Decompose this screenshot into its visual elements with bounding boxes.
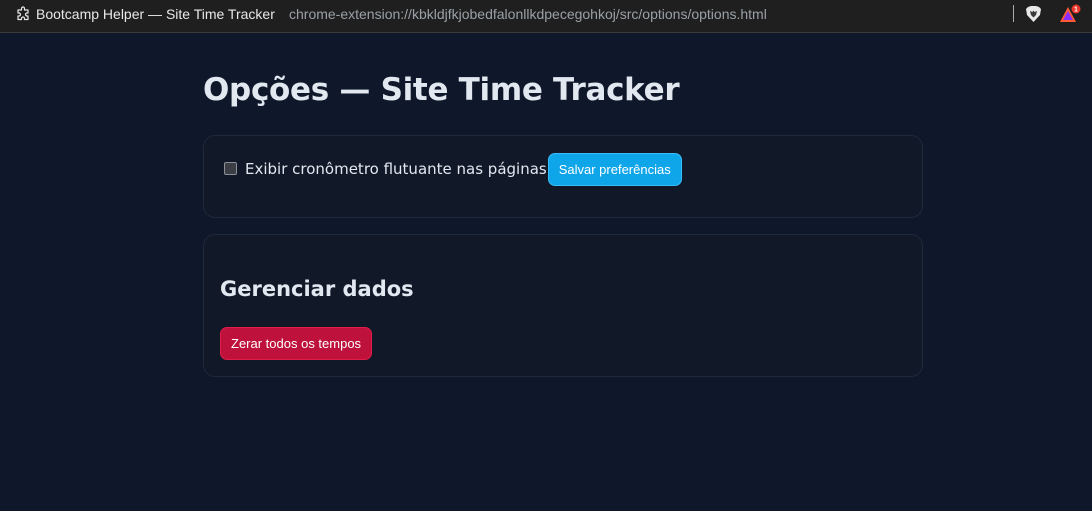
floating-timer-checkbox[interactable] [224,161,237,175]
browser-address-bar: Bootcamp Helper — Site Time Tracker chro… [0,0,1092,33]
floating-timer-row: Exibir cronômetro flutuante nas páginas … [224,152,682,186]
url-text[interactable]: chrome-extension://kbkldjfkjobedfalonllk… [289,6,767,22]
section-title: Gerenciar dados [220,277,414,301]
page-title: Opções — Site Time Tracker [203,72,680,108]
data-management-card: Gerenciar dados Zerar todos os tempos [203,234,923,377]
rewards-badge: 1 [1074,6,1078,13]
tab-title[interactable]: Bootcamp Helper — Site Time Tracker [36,6,275,22]
brave-shields-icon[interactable] [1025,5,1042,23]
toolbar-divider [1013,5,1014,22]
floating-timer-label[interactable]: Exibir cronômetro flutuante nas páginas [245,160,547,178]
preferences-card: Exibir cronômetro flutuante nas páginas … [203,135,923,218]
extension-puzzle-icon [17,6,29,21]
reset-all-times-button[interactable]: Zerar todos os tempos [220,327,373,360]
save-preferences-button[interactable]: Salvar preferências [547,152,682,186]
brave-rewards-icon[interactable]: 1 [1059,4,1083,24]
